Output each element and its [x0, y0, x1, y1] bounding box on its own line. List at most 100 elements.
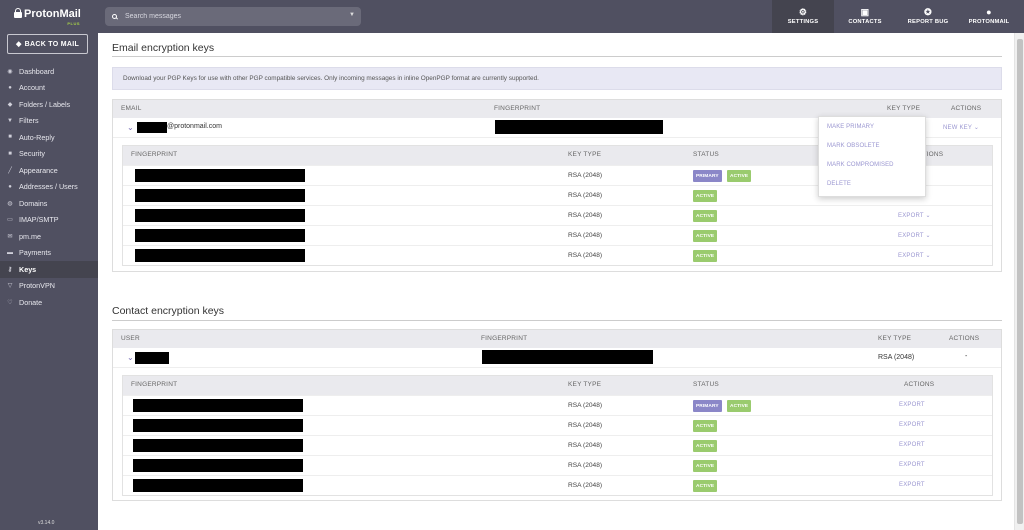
status-badge: ACTIVE — [693, 230, 718, 242]
col-status: STATUS — [693, 151, 719, 158]
contacts-icon: ▣ — [860, 7, 870, 17]
table-row: RSA (2048) ACTIVE EXPORT — [123, 475, 992, 495]
key-type: RSA (2048) — [568, 422, 603, 429]
sidebar-item-payments[interactable]: ▬ Payments — [0, 245, 98, 262]
export-button[interactable]: EXPORT — [899, 482, 925, 488]
monitor-icon: ▭ — [7, 217, 13, 224]
status-badge: ACTIVE — [727, 400, 752, 412]
alert-text: Download your PGP Keys for use with othe… — [123, 75, 539, 82]
sidebar: ProtonMail PLUS ◆ BACK TO MAIL ◉ Dashboar… — [0, 0, 98, 530]
sidebar-item-label: Donate — [19, 297, 43, 307]
sidebar-item-label: Security — [19, 149, 45, 159]
nav-report-bug[interactable]: ✪ REPORT BUG — [898, 0, 958, 33]
robot-icon: ■ — [8, 134, 12, 141]
sidebar-item-domains[interactable]: ◍ Domains — [0, 195, 98, 212]
back-to-mail-button[interactable]: ◆ BACK TO MAIL — [7, 34, 88, 54]
sidebar-item-keys[interactable]: ⚷ Keys — [0, 261, 98, 278]
status-badge: ACTIVE — [693, 250, 718, 262]
key-type: RSA (2048) — [568, 402, 603, 409]
contact-key-list: FINGERPRINT KEY TYPE STATUS ACTIONS RSA … — [122, 375, 993, 496]
scrollbar[interactable] — [1014, 33, 1024, 530]
search-bar[interactable]: ▼ — [105, 7, 361, 26]
export-label: EXPORT — [898, 233, 924, 239]
redacted-user — [135, 352, 169, 364]
col-status: STATUS — [693, 381, 719, 388]
export-button[interactable]: EXPORT — [899, 422, 925, 428]
primary-badge: PRIMARY — [693, 400, 722, 412]
sidebar-item-label: Account — [19, 83, 45, 93]
sidebar-item-label: pm.me — [19, 231, 41, 241]
vpn-icon: ▽ — [7, 283, 13, 290]
col-fingerprint: FINGERPRINT — [494, 105, 541, 112]
chevron-down-icon[interactable]: ▼ — [349, 12, 355, 18]
sidebar-item-filters[interactable]: ▼ Filters — [0, 113, 98, 130]
arrow-left-icon: ◆ — [15, 41, 22, 48]
key-type: RSA (2048) — [568, 212, 603, 219]
nav-settings[interactable]: ⚙ SETTINGS — [772, 0, 834, 33]
key-actions-dropdown: MAKE PRIMARY MARK OBSOLETE MARK COMPROMI… — [818, 116, 926, 197]
redacted-fingerprint — [135, 229, 305, 242]
export-button[interactable]: EXPORT ⌄ — [898, 232, 931, 239]
mark-compromised-option[interactable]: MARK COMPROMISED — [819, 155, 925, 174]
nav-account[interactable]: ● PROTONMAIL — [962, 0, 1016, 33]
heart-icon: ♡ — [7, 299, 13, 306]
sidebar-item-label: Keys — [19, 264, 37, 274]
col-fingerprint: FINGERPRINT — [131, 151, 178, 158]
delete-option[interactable]: DELETE — [819, 174, 925, 193]
inner-table-header: FINGERPRINT KEY TYPE STATUS ACTIONS — [123, 376, 992, 395]
nav-contacts[interactable]: ▣ CONTACTS — [836, 0, 894, 33]
export-button[interactable]: EXPORT — [899, 402, 925, 408]
sidebar-item-security[interactable]: ■ Security — [0, 146, 98, 163]
contact-row[interactable]: ⌄ RSA (2048) - — [113, 348, 1001, 368]
make-primary-option[interactable]: MAKE PRIMARY — [819, 117, 925, 136]
chevron-down-icon[interactable]: ⌄ — [127, 123, 134, 132]
key-type: RSA (2048) — [568, 252, 603, 259]
redacted-fingerprint — [133, 399, 303, 412]
sidebar-item-label: IMAP/SMTP — [19, 215, 59, 225]
main-content: Email encryption keys Download your PGP … — [98, 33, 1014, 530]
logo-tier: PLUS — [67, 21, 80, 26]
envelope-icon: ✉ — [7, 233, 13, 240]
export-button[interactable]: EXPORT — [899, 442, 925, 448]
sidebar-item-donate[interactable]: ♡ Donate — [0, 294, 98, 311]
settings-nav: ◉ Dashboard ● Account ◆ Folders / Labels ▼ F… — [0, 63, 98, 311]
status-badge: ACTIVE — [693, 420, 718, 432]
sidebar-item-appearance[interactable]: ╱ Appearance — [0, 162, 98, 179]
bug-icon: ✪ — [924, 7, 932, 17]
table-row: RSA (2048) PRIMARY ACTIVE EXPORT — [123, 395, 992, 415]
sidebar-item-auto-reply[interactable]: ■ Auto-Reply — [0, 129, 98, 146]
sidebar-item-imap-smtp[interactable]: ▭ IMAP/SMTP — [0, 212, 98, 229]
scrollbar-thumb[interactable] — [1017, 39, 1023, 524]
globe-icon: ◍ — [7, 200, 13, 207]
redacted-fingerprint — [495, 120, 663, 134]
sidebar-item-dashboard[interactable]: ◉ Dashboard — [0, 63, 98, 80]
key-type: RSA (2048) — [568, 482, 603, 489]
sidebar-item-pm-me[interactable]: ✉ pm.me — [0, 228, 98, 245]
table-row: RSA (2048) ACTIVE EXPORT — [123, 455, 992, 475]
sidebar-item-label: Dashboard — [19, 66, 55, 76]
back-to-mail-label: BACK TO MAIL — [24, 40, 80, 48]
status-badge: ACTIVE — [693, 210, 718, 222]
mark-obsolete-option[interactable]: MARK OBSOLETE — [819, 136, 925, 155]
sidebar-item-account[interactable]: ● Account — [0, 80, 98, 97]
sidebar-item-protonvpn[interactable]: ▽ ProtonVPN — [0, 278, 98, 295]
contact-keys-title: Contact encryption keys — [112, 305, 225, 317]
sidebar-item-label: Payments — [19, 248, 51, 258]
col-fingerprint: FINGERPRINT — [481, 335, 528, 342]
sidebar-item-folders-labels[interactable]: ◆ Folders / Labels — [0, 96, 98, 113]
sidebar-item-label: Addresses / Users — [19, 182, 78, 192]
chevron-down-icon[interactable]: ⌄ — [127, 353, 134, 362]
key-type: RSA (2048) — [568, 442, 603, 449]
export-button[interactable]: EXPORT ⌄ — [898, 212, 931, 219]
gears-icon: ⚙ — [798, 7, 808, 17]
export-button[interactable]: EXPORT — [899, 462, 925, 468]
sidebar-item-addresses-users[interactable]: ● Addresses / Users — [0, 179, 98, 196]
new-key-button[interactable]: NEW KEY ⌄ — [943, 124, 979, 131]
sidebar-item-label: Filters — [19, 116, 39, 126]
key-type: RSA (2048) — [568, 192, 603, 199]
protonmail-logo[interactable]: ProtonMail PLUS — [14, 6, 84, 28]
pgp-info-alert: Download your PGP Keys for use with othe… — [112, 67, 1002, 90]
search-input[interactable] — [125, 13, 345, 20]
sidebar-item-label: Domains — [19, 198, 48, 208]
export-button[interactable]: EXPORT ⌄ — [898, 252, 931, 259]
